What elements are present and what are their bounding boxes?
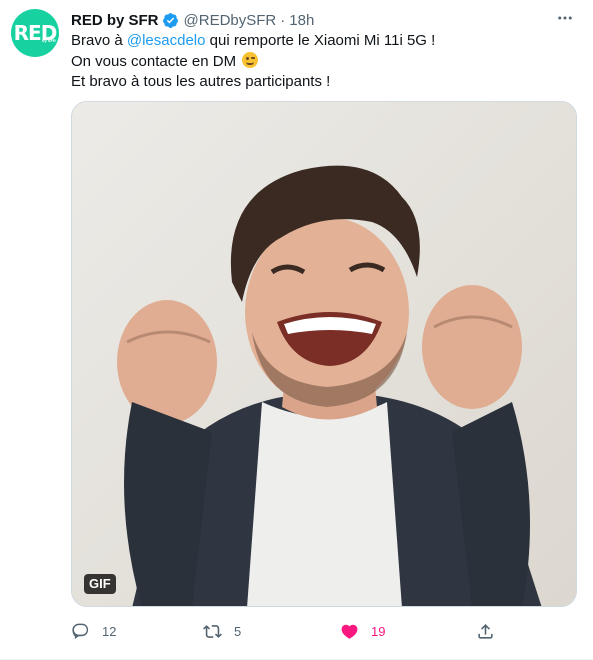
ellipsis-icon (558, 16, 572, 20)
retweet-icon (203, 624, 222, 638)
text-segment: Bravo à (71, 32, 127, 49)
reply-count: 12 (102, 623, 117, 639)
tweet-header: RED by SFR @REDbySFR · 18h (71, 10, 314, 30)
retweet-count: 5 (234, 623, 242, 639)
gif-badge: GIF (84, 574, 116, 594)
share-button[interactable] (476, 619, 495, 643)
tweet-timestamp[interactable]: 18h (289, 12, 314, 29)
more-options-button[interactable] (555, 8, 575, 28)
text-segment: qui remporte le Xiaomi Mi 11i 5G ! (205, 32, 436, 49)
reply-icon (72, 623, 89, 639)
author-handle[interactable]: @REDbySFR (184, 12, 277, 29)
verified-badge-icon (162, 12, 178, 28)
tweet-text-line-3: Et bravo à tous les autres participants … (71, 73, 331, 90)
retweet-button[interactable]: 5 (203, 619, 241, 643)
share-icon (478, 623, 493, 639)
winking-face-emoji-icon (242, 51, 259, 68)
separator-dot: · (280, 11, 286, 29)
tweet-text-line-2: On vous contacte en DM (71, 51, 571, 73)
reply-button[interactable]: 12 (71, 619, 116, 643)
heart-icon (341, 624, 358, 639)
gif-frame-image (72, 102, 576, 606)
mention-link[interactable]: @lesacdelo (127, 32, 206, 49)
like-button[interactable]: 19 (340, 619, 385, 643)
gif-media[interactable]: GIF (71, 101, 577, 607)
avatar-logo-subtext: by SFR (42, 38, 56, 43)
text-segment: On vous contacte en DM (71, 52, 237, 70)
tweet-actions: 12 5 19 (71, 619, 511, 643)
like-count: 19 (371, 623, 386, 639)
tweet[interactable]: RED by SFR RED by SFR @REDbySFR · 18h Br… (0, 0, 593, 660)
tweet-text: Bravo à @lesacdelo qui remporte le Xiaom… (71, 31, 571, 93)
tweet-text-line-1: Bravo à @lesacdelo qui remporte le Xiaom… (71, 31, 571, 52)
author-name[interactable]: RED by SFR (71, 12, 159, 29)
avatar[interactable]: RED by SFR (11, 9, 59, 57)
